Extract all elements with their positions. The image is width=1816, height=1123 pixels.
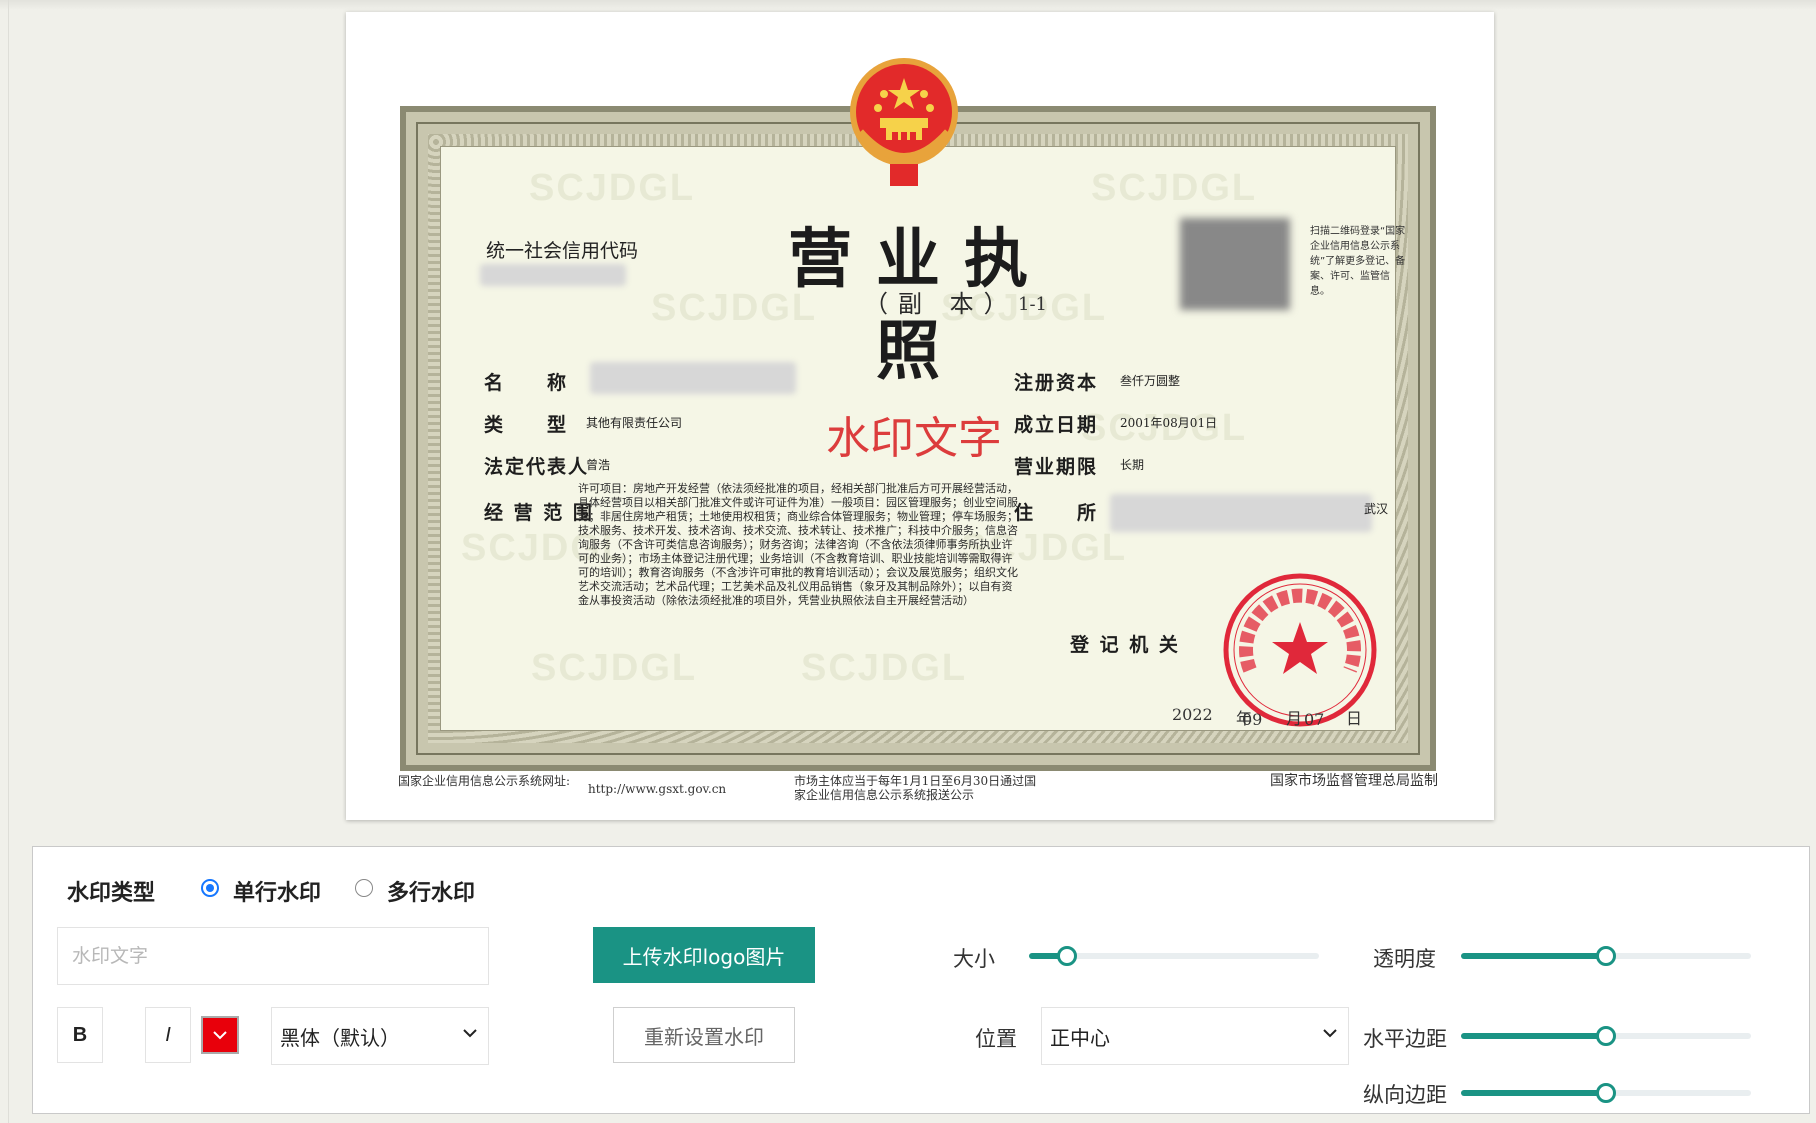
chevron-down-icon xyxy=(1323,1029,1337,1038)
capital-label: 注册资本 xyxy=(1014,372,1099,394)
bold-button[interactable]: B xyxy=(57,1007,103,1063)
upload-logo-button[interactable]: 上传水印logo图片 xyxy=(593,927,815,983)
type-value: 其他有限责任公司 xyxy=(586,416,683,430)
term-value: 长期 xyxy=(1120,458,1145,472)
qr-note: 扫描二维码登录“国家企业信用信息公示系统”了解更多登记、备案、许可、监管信息。 xyxy=(1310,226,1406,297)
qr-code-redacted xyxy=(1180,218,1290,310)
size-slider[interactable] xyxy=(1029,946,1319,966)
single-line-radio[interactable] xyxy=(201,879,219,897)
reset-watermark-button[interactable]: 重新设置水印 xyxy=(613,1007,795,1063)
size-slider-handle[interactable] xyxy=(1056,946,1077,966)
representative-value: 曾浩 xyxy=(586,458,611,472)
address-tail: 武汉 xyxy=(1364,502,1389,516)
opacity-slider-handle[interactable] xyxy=(1596,946,1616,966)
color-swatch[interactable] xyxy=(201,1016,239,1054)
top-shadow xyxy=(0,0,1816,10)
business-scope: 许可项目：房地产开发经营（依法须经批准的项目，经相关部门批准后方可开展经营活动，… xyxy=(578,482,1018,607)
color-picker[interactable] xyxy=(193,1007,247,1063)
preview-paper: SCJDGL SCJDGL SCJDGL SCJDGL SCJDGL SCJDG… xyxy=(346,12,1494,820)
position-select[interactable]: 正中心 xyxy=(1041,1007,1349,1065)
issue-month-unit: 月 xyxy=(1286,709,1303,728)
name-redacted xyxy=(590,362,796,394)
chevron-down-icon xyxy=(213,1031,227,1040)
footer-supervisor: 国家市场监督管理总局监制 xyxy=(1270,773,1438,789)
type-label: 类 型 xyxy=(484,414,569,436)
bold-label: B xyxy=(72,1023,88,1046)
security-pattern-word: SCJDGL xyxy=(531,647,698,689)
horizontal-margin-label: 水平边距 xyxy=(1363,1027,1447,1051)
watermark-control-panel: 水印类型 单行水印 多行水印 上传水印logo图片 重新设置水印 B I 黑体（… xyxy=(32,846,1810,1114)
chevron-down-icon xyxy=(463,1029,477,1038)
issue-day: 07 xyxy=(1304,710,1325,729)
size-label: 大小 xyxy=(953,947,995,971)
credit-code-redacted xyxy=(480,264,626,286)
national-emblem-icon xyxy=(850,58,958,186)
vertical-margin-slider-fill xyxy=(1461,1090,1606,1096)
vertical-margin-slider-handle[interactable] xyxy=(1596,1083,1616,1103)
address-label: 住 所 xyxy=(1014,502,1099,524)
issue-month: 09 xyxy=(1242,710,1263,729)
font-family-select[interactable]: 黑体（默认） xyxy=(271,1007,489,1065)
certificate-subtitle: （副 本） xyxy=(864,290,1018,318)
term-label: 营业期限 xyxy=(1014,456,1099,478)
footer-site-url: http://www.gsxt.gov.cn xyxy=(588,782,727,796)
representative-label: 法定代表人 xyxy=(484,456,590,478)
credit-code-label: 统一社会信用代码 xyxy=(486,240,639,262)
capital-value: 叁仟万圆整 xyxy=(1120,374,1181,388)
multi-line-radio[interactable] xyxy=(355,879,373,897)
address-redacted xyxy=(1110,494,1372,532)
opacity-slider[interactable] xyxy=(1461,946,1751,966)
security-pattern-word: SCJDGL xyxy=(529,167,696,209)
horizontal-margin-slider-fill xyxy=(1461,1033,1606,1039)
single-line-label[interactable]: 单行水印 xyxy=(233,875,321,907)
left-rule xyxy=(8,0,9,1123)
italic-button[interactable]: I xyxy=(145,1007,191,1063)
italic-label: I xyxy=(165,1023,171,1046)
horizontal-margin-slider[interactable] xyxy=(1461,1026,1751,1046)
authority-label: 登 记 机 关 xyxy=(1070,634,1180,656)
opacity-slider-fill xyxy=(1461,953,1606,959)
position-label: 位置 xyxy=(975,1027,1017,1051)
font-family-value: 黑体（默认） xyxy=(280,1025,400,1050)
name-label: 名 称 xyxy=(484,372,569,394)
footer-notice: 市场主体应当于每年1月1日至6月30日通过国家企业信用信息公示系统报送公示 xyxy=(794,774,1037,802)
watermark-text-input[interactable] xyxy=(57,927,489,985)
watermark-type-label: 水印类型 xyxy=(67,881,156,906)
security-pattern-word: SCJDGL xyxy=(801,647,968,689)
issue-day-unit: 日 xyxy=(1346,709,1363,728)
position-value: 正中心 xyxy=(1050,1025,1110,1050)
copy-number: 1-1 xyxy=(1018,294,1047,315)
multi-line-label[interactable]: 多行水印 xyxy=(387,875,475,907)
issue-year: 2022 xyxy=(1172,705,1213,724)
vertical-margin-label: 纵向边距 xyxy=(1363,1083,1447,1107)
founded-value: 2001年08月01日 xyxy=(1120,416,1218,430)
watermark-text-preview[interactable]: 水印文字 xyxy=(826,402,1002,466)
vertical-margin-slider[interactable] xyxy=(1461,1083,1751,1103)
horizontal-margin-slider-handle[interactable] xyxy=(1596,1026,1616,1046)
security-pattern-word: SCJDGL xyxy=(1091,167,1258,209)
founded-label: 成立日期 xyxy=(1014,414,1099,436)
footer-site-label: 国家企业信用信息公示系统网址: xyxy=(398,774,571,788)
opacity-label: 透明度 xyxy=(1373,947,1436,971)
